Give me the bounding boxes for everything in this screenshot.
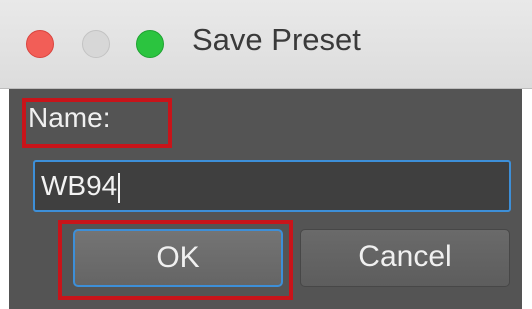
close-button[interactable]: [26, 30, 54, 58]
text-caret: [118, 172, 121, 203]
window-title: Save Preset: [192, 22, 361, 57]
cancel-button[interactable]: Cancel: [300, 229, 510, 287]
titlebar: Save Preset: [0, 0, 532, 89]
highlight-ok-button: [58, 220, 293, 300]
name-input-value: WB94: [41, 170, 118, 201]
minimize-button[interactable]: [82, 30, 110, 58]
name-input[interactable]: WB94: [33, 160, 511, 212]
zoom-button[interactable]: [136, 30, 164, 58]
save-preset-dialog: Save Preset Name: WB94 OK Cancel: [0, 0, 532, 309]
highlight-name-label: [22, 98, 172, 148]
